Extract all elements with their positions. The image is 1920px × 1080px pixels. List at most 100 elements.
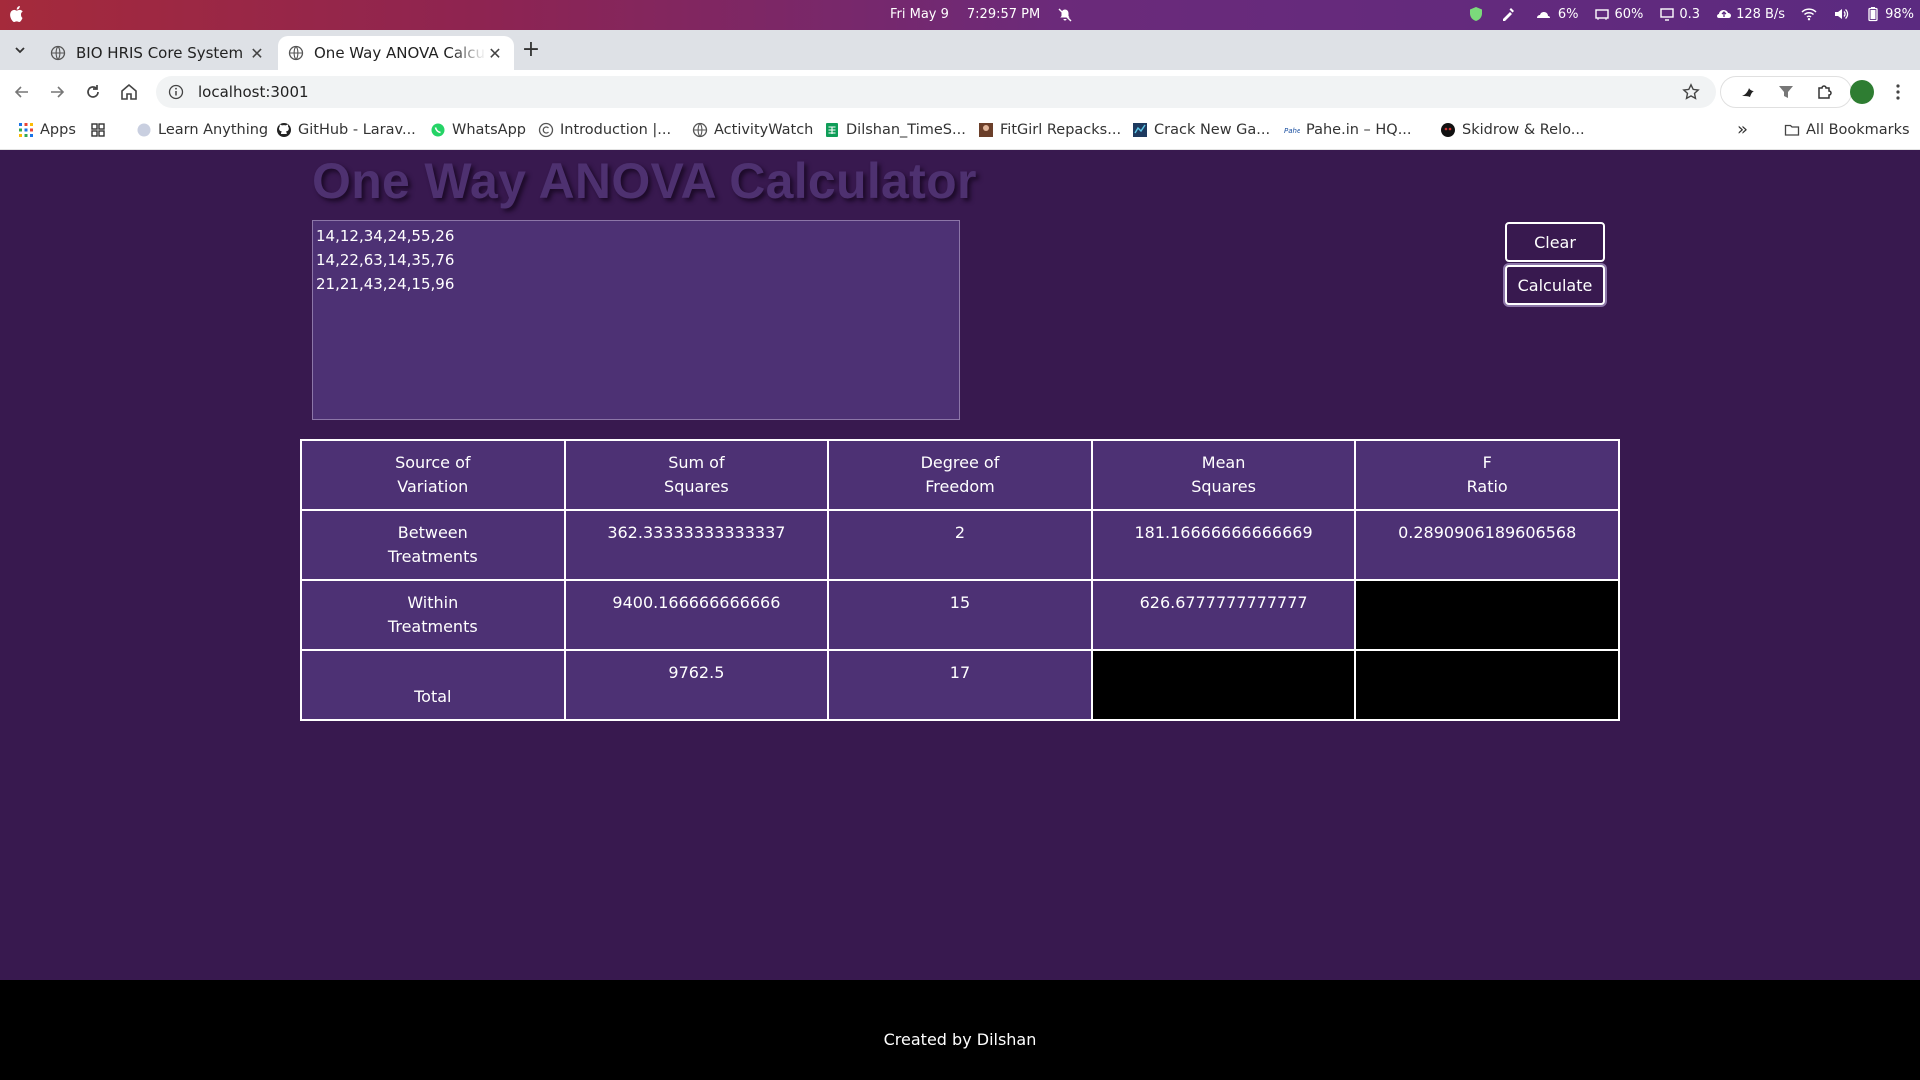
bookmark-dilshan-timesheet[interactable]: Dilshan_TimeS... xyxy=(824,122,966,138)
network-value: 128 B/s xyxy=(1736,6,1786,22)
game-icon xyxy=(1133,123,1147,137)
github-icon xyxy=(277,123,291,137)
bookmark-label: ActivityWatch xyxy=(714,122,814,138)
site-info-icon[interactable] xyxy=(168,84,184,100)
bookmark-label: Skidrow & Relo... xyxy=(1462,122,1585,138)
header-line: Ratio xyxy=(1466,477,1508,496)
header-line: Sum of xyxy=(668,453,725,472)
cell-df: 2 xyxy=(827,509,1093,581)
more-bookmarks-button[interactable]: » xyxy=(1737,119,1748,140)
page-title: One Way ANOVA Calculator xyxy=(312,153,977,209)
tray-cpu[interactable]: 6% xyxy=(1532,6,1578,22)
table-row-total: Total 9762.5 17 xyxy=(300,649,1620,721)
wifi-icon xyxy=(1801,8,1817,21)
whatsapp-icon xyxy=(431,123,445,137)
svg-text:Pahe: Pahe xyxy=(1284,127,1300,135)
bookmark-pahe[interactable]: Pahe Pahe.in – HQ... xyxy=(1284,122,1412,138)
cell-ss: 362.33333333333337 xyxy=(563,509,830,581)
tray-memory[interactable]: 60% xyxy=(1594,6,1643,22)
header-f: F Ratio xyxy=(1354,439,1620,511)
cell-f-empty xyxy=(1354,579,1620,651)
bookmark-label: GitHub - Larav... xyxy=(298,122,416,138)
bookmark-label: Pahe.in – HQ... xyxy=(1306,122,1412,138)
tray-volume[interactable] xyxy=(1833,6,1849,22)
tray-load[interactable]: 0.3 xyxy=(1659,6,1700,22)
circle-c-icon xyxy=(538,122,554,138)
cell-source: Within Treatments xyxy=(300,579,566,651)
home-icon[interactable] xyxy=(119,82,139,102)
memory-value: 60% xyxy=(1614,6,1644,22)
tray-network[interactable]: 128 B/s xyxy=(1716,6,1785,22)
load-value: 0.3 xyxy=(1679,6,1701,22)
notifications-off-icon xyxy=(1058,8,1072,21)
all-bookmarks-button[interactable]: All Bookmarks xyxy=(1784,122,1910,138)
cell-df: 17 xyxy=(827,649,1093,721)
bookmark-whatsapp[interactable]: WhatsApp xyxy=(430,122,526,138)
tab-label: One Way ANOVA Calculator xyxy=(314,44,486,62)
globe-icon xyxy=(288,45,304,61)
source-line: Total xyxy=(414,687,452,706)
bookmark-activitywatch[interactable]: ActivityWatch xyxy=(692,122,813,138)
header-line: Variation xyxy=(397,477,469,496)
bookmark-github[interactable]: GitHub - Larav... xyxy=(276,122,416,138)
bookmark-label: Learn Anything xyxy=(158,122,269,138)
header-line: Freedom xyxy=(925,477,995,496)
battery-icon xyxy=(1868,7,1878,22)
header-ms: Mean Squares xyxy=(1090,439,1357,511)
extensions-puzzle-icon[interactable] xyxy=(1815,83,1833,101)
all-bookmarks-label: All Bookmarks xyxy=(1806,122,1910,138)
header-line: Mean xyxy=(1201,453,1246,472)
apps-grid-icon xyxy=(19,123,33,137)
tab-anova[interactable]: One Way ANOVA Calculator ✕ xyxy=(278,36,514,70)
cell-ms: 181.16666666666669 xyxy=(1090,509,1357,581)
tab-search-button[interactable] xyxy=(8,38,32,62)
bookmark-apps[interactable]: Apps xyxy=(18,122,76,138)
menu-dots-icon[interactable] xyxy=(1888,82,1908,102)
header-line: Source of xyxy=(395,453,471,472)
header-source: Source of Variation xyxy=(300,439,566,511)
tray-picker[interactable] xyxy=(1500,6,1516,22)
cell-ms: 626.6777777777777 xyxy=(1090,579,1357,651)
address-bar[interactable]: localhost:3001 xyxy=(156,76,1716,108)
tray-wifi[interactable] xyxy=(1801,6,1817,22)
header-line: Squares xyxy=(1191,477,1256,496)
reload-icon[interactable] xyxy=(83,82,103,102)
system-tray: 6% 60% 0.3 128 B/s 98% xyxy=(1468,6,1914,22)
apple-logo-icon[interactable] xyxy=(8,5,24,23)
tray-battery[interactable]: 98% xyxy=(1865,6,1914,22)
back-arrow-icon[interactable] xyxy=(12,82,32,102)
globe-icon xyxy=(692,122,708,138)
footer: Created by Dilshan xyxy=(0,980,1920,1080)
close-icon[interactable]: ✕ xyxy=(248,44,266,63)
bookmark-fitgirl[interactable]: FitGirl Repacks... xyxy=(978,122,1121,138)
date-label: Fri May 9 xyxy=(890,7,949,22)
bookmark-introduction[interactable]: Introduction |... xyxy=(538,122,671,138)
new-tab-button[interactable]: + xyxy=(520,39,542,62)
address-text: localhost:3001 xyxy=(198,83,309,101)
extension-filter-icon[interactable] xyxy=(1777,83,1795,101)
sheets-icon xyxy=(826,123,838,137)
bookmark-skidrow[interactable]: Skidrow & Relo... xyxy=(1440,122,1585,138)
forward-arrow-icon[interactable] xyxy=(47,82,67,102)
data-input[interactable] xyxy=(312,220,960,420)
close-icon[interactable]: ✕ xyxy=(486,44,504,63)
page-content: One Way ANOVA Calculator Clear Calculate… xyxy=(0,150,1920,1080)
extension-bird-icon[interactable] xyxy=(1739,83,1757,101)
globe-icon xyxy=(137,123,151,137)
bookmark-crack-new-games[interactable]: Crack New Ga... xyxy=(1132,122,1270,138)
tray-shield[interactable] xyxy=(1468,6,1484,22)
clock[interactable]: Fri May 9 7:29:57 PM xyxy=(890,7,1072,22)
bookmark-learn-anything[interactable]: Learn Anything xyxy=(136,122,268,138)
tab-label: BIO HRIS Core System xyxy=(76,44,244,62)
tab-bio-hris[interactable]: BIO HRIS Core System ✕ xyxy=(40,36,276,70)
bookmark-tab-groups[interactable] xyxy=(90,122,106,138)
profile-avatar[interactable] xyxy=(1850,80,1874,104)
cell-f-empty xyxy=(1354,649,1620,721)
calculate-button[interactable]: Calculate xyxy=(1505,265,1605,305)
bookmark-star-icon[interactable] xyxy=(1682,83,1700,101)
clear-button[interactable]: Clear xyxy=(1505,222,1605,262)
skull-icon xyxy=(1441,123,1455,137)
source-line: Treatments xyxy=(387,547,478,566)
cell-f: 0.2890906189606568 xyxy=(1354,509,1620,581)
time-label: 7:29:57 PM xyxy=(966,7,1041,22)
